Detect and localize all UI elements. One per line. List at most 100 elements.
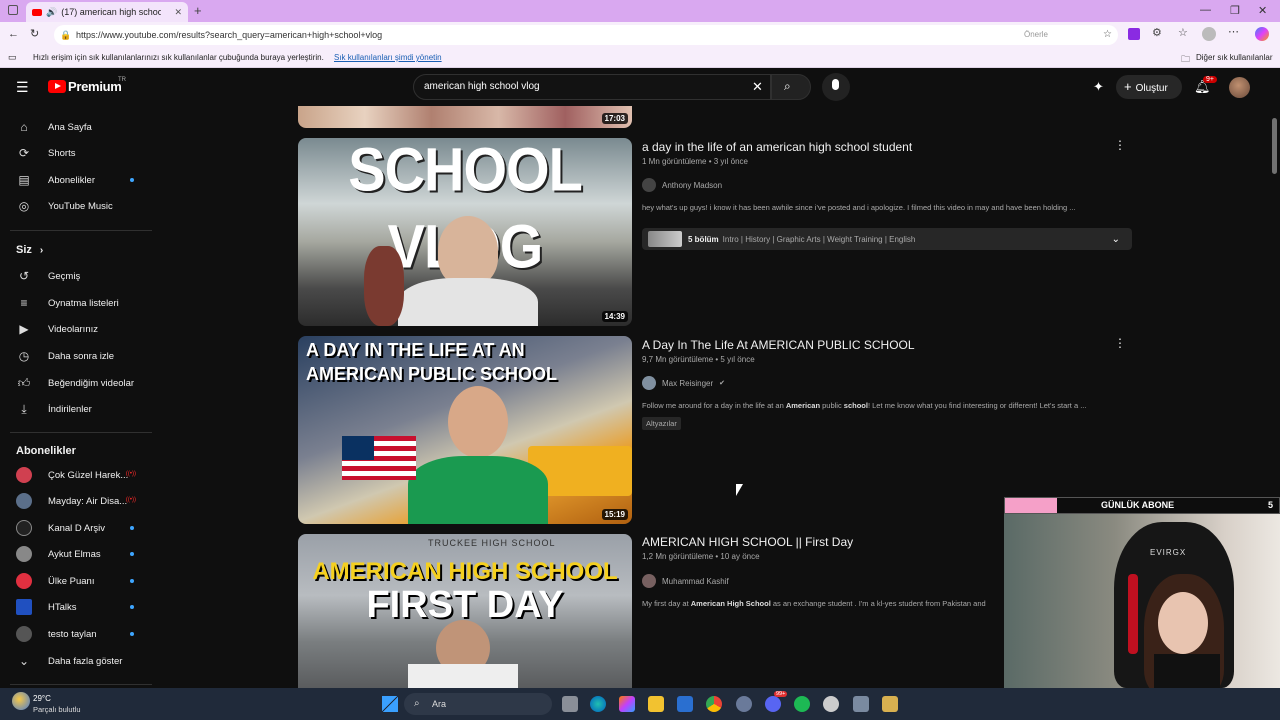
edge-browser-icon[interactable] — [590, 696, 606, 712]
video-title[interactable]: A Day In The Life At AMERICAN PUBLIC SCH… — [642, 338, 915, 352]
obs-icon[interactable] — [823, 696, 839, 712]
manage-bookmarks-link[interactable]: Sık kullanılanları şimdi yönetin — [334, 53, 442, 62]
taskbar-search[interactable]: ⌕ Ara — [404, 693, 552, 715]
refresh-icon[interactable]: ↻ — [30, 27, 39, 40]
weather-temp[interactable]: 29°C — [33, 694, 51, 703]
channel-row[interactable]: Muhammad Kashif — [642, 574, 729, 588]
copilot-app-icon[interactable] — [619, 696, 635, 712]
app-icon[interactable] — [736, 696, 752, 712]
menu-icon[interactable]: ☰ — [16, 79, 29, 96]
create-button[interactable]: + Oluştur — [1116, 75, 1182, 99]
chapters-bar[interactable]: 5 bölüm Intro | History | Graphic Arts |… — [642, 228, 1132, 250]
channel-name: Max Reisinger — [662, 378, 714, 388]
sidebar-item-subscriptions[interactable]: ▤ Abonelikler — [0, 167, 152, 193]
account-avatar[interactable] — [1229, 77, 1250, 98]
sidebar-item-shorts[interactable]: ⟳ Shorts — [0, 140, 152, 166]
file-explorer-icon[interactable] — [648, 696, 664, 712]
extension-icon[interactable] — [1128, 28, 1140, 40]
sidebar-sub-item[interactable]: Aykut Elmas — [0, 541, 152, 567]
sidebar-sub-item[interactable]: testo taylan — [0, 621, 152, 647]
thumbnail-face — [438, 216, 498, 286]
video-title[interactable]: AMERICAN HIGH SCHOOL || First Day — [642, 535, 853, 549]
profile-icon[interactable] — [1202, 27, 1216, 41]
audio-icon[interactable]: 🔊 — [46, 7, 57, 18]
search-button[interactable]: ⌕ — [771, 74, 811, 100]
channel-row[interactable]: Anthony Madson — [642, 178, 722, 192]
minimize-icon[interactable]: — — [1200, 4, 1211, 16]
video-thumbnail[interactable]: TRUCKEE HIGH SCHOOL AMERICAN HIGH SCHOOL… — [298, 534, 632, 688]
sidebar-item-playlists[interactable]: ≡ Oynatma listeleri — [0, 290, 152, 316]
more-actions-icon[interactable]: ⋮ — [1114, 336, 1126, 350]
lock-icon: 🔒 — [60, 30, 72, 40]
sidebar-sub-item[interactable]: Ülke Puanı — [0, 568, 152, 594]
search-icon: ⌕ — [784, 79, 791, 93]
show-more-button[interactable]: ⌄ Daha fazla göster — [0, 648, 152, 674]
sidebar-item-your-videos[interactable]: ▶ Videolarınız — [0, 316, 152, 342]
video-thumbnail[interactable]: A DAY IN THE LIFE AT AN AMERICAN PUBLIC … — [298, 336, 632, 524]
sidebar-item-watch-later[interactable]: ◷ Daha sonra izle — [0, 343, 152, 369]
browser-tab[interactable]: 🔊 (17) american high school vl ✕ — [26, 2, 188, 22]
sidebar-sub-item[interactable]: Mayday: Air Disa... ((•)) — [0, 488, 152, 514]
task-view-icon[interactable] — [562, 696, 578, 712]
discord-icon[interactable] — [765, 696, 781, 712]
search-icon: ⌕ — [414, 698, 420, 709]
search-input[interactable]: american high school vlog ✕ — [413, 74, 771, 100]
sidebar-item-history[interactable]: ↺ Geçmiş — [0, 263, 152, 289]
youtube-logo-icon[interactable] — [48, 80, 66, 93]
more-menu-icon[interactable]: ⋯ — [1228, 25, 1239, 38]
you-section-header[interactable]: Siz › — [16, 244, 43, 256]
tab-actions-icon[interactable] — [8, 5, 18, 15]
thumbnail-sign: TRUCKEE HIGH SCHOOL — [428, 538, 556, 548]
youtube-header: ☰ Premium TR american high school vlog ✕… — [0, 68, 1280, 106]
page-scrollbar[interactable] — [1272, 118, 1277, 174]
sidebar-item-downloads[interactable]: ⤓ İndirilenler — [0, 396, 152, 422]
chevron-down-icon[interactable]: ⌄ — [1112, 234, 1120, 245]
favorite-star-icon[interactable]: ☆ — [1103, 25, 1112, 45]
clear-search-icon[interactable]: ✕ — [752, 75, 763, 99]
thumbnail-text: AMERICAN PUBLIC SCHOOL — [306, 364, 557, 384]
close-window-icon[interactable]: ✕ — [1258, 4, 1267, 17]
sidebar-sub-item[interactable]: HTalks — [0, 594, 152, 620]
create-label: Oluştur — [1135, 83, 1168, 94]
spotify-icon[interactable] — [794, 696, 810, 712]
premium-sparkle-icon[interactable]: ✦ — [1093, 79, 1104, 95]
start-menu-icon[interactable] — [382, 696, 398, 712]
channel-avatar — [16, 493, 32, 509]
sidebar-item-music[interactable]: ◎ YouTube Music — [0, 193, 152, 219]
plus-icon: + — [1124, 79, 1132, 94]
store-icon[interactable] — [677, 696, 693, 712]
url-field[interactable]: 🔒 https://www.youtube.com/results?search… — [54, 25, 1118, 45]
weather-icon[interactable] — [12, 692, 30, 710]
sidebar-sub-item[interactable]: Çok Güzel Harek... ((•)) — [0, 462, 152, 488]
channel-row[interactable]: Max Reisinger ✔ — [642, 376, 725, 390]
more-actions-icon[interactable]: ⋮ — [1114, 138, 1126, 152]
copilot-icon[interactable] — [1255, 27, 1269, 41]
extensions-puzzle-icon[interactable]: ⚙ — [1152, 26, 1162, 39]
channel-avatar — [16, 546, 32, 562]
sidebar-item-home[interactable]: ⌂ Ana Sayfa — [0, 114, 152, 140]
close-tab-icon[interactable]: ✕ — [174, 7, 182, 18]
voice-search-button[interactable] — [822, 73, 850, 101]
logo-text[interactable]: Premium — [68, 79, 122, 94]
sidebar-divider — [10, 230, 152, 231]
back-icon[interactable]: ← — [8, 28, 19, 40]
video-title[interactable]: a day in the life of an american high sc… — [642, 140, 912, 154]
thumbnail-hoodie — [398, 278, 538, 326]
channel-avatar — [642, 178, 656, 192]
maximize-icon[interactable]: ❐ — [1230, 4, 1240, 17]
sidebar-item-liked[interactable]: 👍︎ Beğendiğim videolar — [0, 370, 152, 396]
video-thumbnail[interactable]: SCHOOL VLOG 14:39 — [298, 138, 632, 326]
new-tab-icon[interactable]: + — [194, 3, 202, 18]
history-icon: ↺ — [18, 269, 30, 283]
chair-accent — [1128, 574, 1138, 654]
sidebar-sub-item[interactable]: Kanal D Arşiv — [0, 515, 152, 541]
goal-label: GÜNLÜK ABONE — [1101, 500, 1175, 510]
chrome-icon[interactable] — [706, 696, 722, 712]
live-indicator-icon: ((•)) — [125, 471, 136, 477]
favorites-icon[interactable]: ☆ — [1178, 26, 1188, 39]
other-bookmarks[interactable]: Diğer sık kullanılanlar — [1196, 53, 1272, 62]
settings-icon[interactable] — [853, 696, 869, 712]
thumbnail-text: A DAY IN THE LIFE AT AN — [306, 340, 525, 360]
app-icon[interactable] — [882, 696, 898, 712]
video-thumbnail[interactable]: 17:03 — [298, 106, 632, 128]
